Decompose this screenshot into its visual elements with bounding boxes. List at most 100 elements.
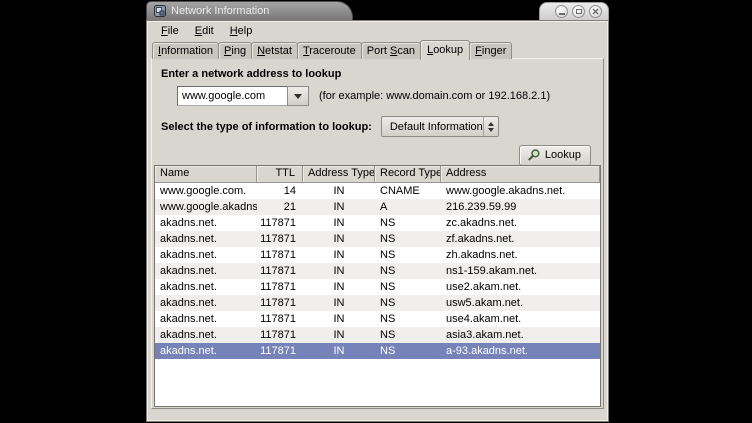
cell-ttl: 117871	[257, 313, 303, 325]
window-controls	[539, 2, 609, 20]
spinner-arrows-icon	[483, 117, 498, 136]
close-button[interactable]	[589, 5, 602, 18]
column-header-address[interactable]: Address	[441, 166, 600, 183]
table-row[interactable]: akadns.net. 117871 IN NS use2.akam.net.	[155, 279, 600, 295]
table-row[interactable]: akadns.net. 117871 IN NS usw5.akam.net.	[155, 295, 600, 311]
cell-address-type: IN	[303, 297, 375, 309]
app-icon[interactable]	[154, 5, 166, 17]
table-row[interactable]: akadns.net. 117871 IN NS zf.akadns.net.	[155, 231, 600, 247]
cell-name: akadns.net.	[155, 249, 257, 261]
cell-address-type: IN	[303, 329, 375, 341]
type-dropdown[interactable]: Default Information	[381, 116, 499, 137]
column-header-name[interactable]: Name	[155, 166, 257, 183]
tab-bar: Information Ping Netstat Traceroute Port…	[147, 40, 608, 59]
window-body: File Edit Help Information Ping Netstat …	[146, 20, 609, 422]
window-title: Network Information	[171, 5, 269, 17]
table-body: www.google.com. 14 IN CNAME www.google.a…	[155, 183, 600, 359]
table-header-row: Name TTL Address Type Record Type Addres…	[155, 166, 600, 183]
cell-ttl: 117871	[257, 233, 303, 245]
cell-address-type: IN	[303, 281, 375, 293]
cell-record-type: A	[375, 201, 441, 213]
cell-name: www.google.com.	[155, 185, 257, 197]
cell-record-type: NS	[375, 329, 441, 341]
titlebar: Network Information	[146, 0, 609, 20]
cell-record-type: NS	[375, 233, 441, 245]
address-label: Enter a network address to lookup	[161, 68, 603, 80]
tab[interactable]: Traceroute	[297, 42, 362, 59]
maximize-button[interactable]	[572, 5, 585, 18]
cell-name: akadns.net.	[155, 297, 257, 309]
table-row[interactable]: www.google.akadns.net. 21 IN A 216.239.5…	[155, 199, 600, 215]
cell-ttl: 117871	[257, 217, 303, 229]
lookup-button[interactable]: Lookup	[519, 145, 591, 166]
minimize-icon	[559, 13, 565, 15]
cell-record-type: CNAME	[375, 185, 441, 197]
cell-ttl: 117871	[257, 265, 303, 277]
address-combo	[177, 86, 309, 106]
cell-ttl: 117871	[257, 297, 303, 309]
cell-record-type: NS	[375, 265, 441, 277]
cell-address: zc.akadns.net.	[441, 217, 600, 229]
table-row[interactable]: akadns.net. 117871 IN NS a-93.akadns.net…	[155, 343, 600, 359]
type-row: Select the type of information to lookup…	[161, 116, 603, 137]
cell-name: akadns.net.	[155, 313, 257, 325]
cell-ttl: 21	[257, 201, 303, 213]
cell-record-type: NS	[375, 217, 441, 229]
cell-record-type: NS	[375, 345, 441, 357]
cell-address-type: IN	[303, 217, 375, 229]
lookup-panel: Enter a network address to lookup (for e…	[151, 58, 604, 409]
tab[interactable]: Netstat	[251, 42, 298, 59]
column-header-address-type[interactable]: Address Type	[303, 166, 375, 183]
close-icon	[592, 8, 599, 15]
table-row[interactable]: akadns.net. 117871 IN NS ns1-159.akam.ne…	[155, 263, 600, 279]
cell-record-type: NS	[375, 313, 441, 325]
cell-record-type: NS	[375, 281, 441, 293]
table-row[interactable]: www.google.com. 14 IN CNAME www.google.a…	[155, 183, 600, 199]
titlebar-drag-handle[interactable]: Network Information	[146, 1, 353, 20]
cell-address-type: IN	[303, 233, 375, 245]
address-row: (for example: www.domain.com or 192.168.…	[177, 86, 603, 106]
network-information-window: Network Information File Edit Help	[146, 0, 609, 422]
cell-address-type: IN	[303, 249, 375, 261]
cell-address: ns1-159.akam.net.	[441, 265, 600, 277]
button-row: Lookup	[152, 145, 591, 166]
column-header-ttl[interactable]: TTL	[257, 166, 303, 183]
tab[interactable]: Port Scan	[361, 42, 421, 59]
address-dropdown-button[interactable]	[287, 86, 309, 106]
cell-address-type: IN	[303, 313, 375, 325]
type-dropdown-value: Default Information	[382, 121, 483, 133]
cell-name: akadns.net.	[155, 265, 257, 277]
address-hint: (for example: www.domain.com or 192.168.…	[319, 90, 550, 102]
table-row[interactable]: akadns.net. 117871 IN NS asia3.akam.net.	[155, 327, 600, 343]
cell-record-type: NS	[375, 249, 441, 261]
tab[interactable]: Ping	[218, 42, 252, 59]
table-row[interactable]: akadns.net. 117871 IN NS zh.akadns.net.	[155, 247, 600, 263]
cell-name: akadns.net.	[155, 329, 257, 341]
menu-item[interactable]: File	[153, 24, 187, 40]
address-input[interactable]	[177, 86, 287, 106]
cell-name: akadns.net.	[155, 233, 257, 245]
table-row[interactable]: akadns.net. 117871 IN NS zc.akadns.net.	[155, 215, 600, 231]
menu-item[interactable]: Help	[222, 24, 261, 40]
type-label: Select the type of information to lookup…	[161, 121, 372, 133]
cell-address: use4.akam.net.	[441, 313, 600, 325]
lookup-button-label: Lookup	[545, 149, 581, 161]
maximize-icon	[576, 9, 582, 14]
cell-address: usw5.akam.net.	[441, 297, 600, 309]
cell-ttl: 117871	[257, 345, 303, 357]
tab[interactable]: Lookup	[420, 40, 470, 60]
cell-address: zf.akadns.net.	[441, 233, 600, 245]
column-header-record-type[interactable]: Record Type	[375, 166, 441, 183]
network-tool-icon	[154, 5, 166, 17]
minimize-button[interactable]	[555, 5, 568, 18]
cell-address-type: IN	[303, 201, 375, 213]
cell-ttl: 14	[257, 185, 303, 197]
tab[interactable]: Information	[152, 42, 219, 59]
cell-address: asia3.akam.net.	[441, 329, 600, 341]
cell-address: a-93.akadns.net.	[441, 345, 600, 357]
magnifier-icon	[527, 148, 541, 162]
tab[interactable]: Finger	[469, 42, 512, 59]
cell-address-type: IN	[303, 265, 375, 277]
table-row[interactable]: akadns.net. 117871 IN NS use4.akam.net.	[155, 311, 600, 327]
menu-item[interactable]: Edit	[187, 24, 222, 40]
